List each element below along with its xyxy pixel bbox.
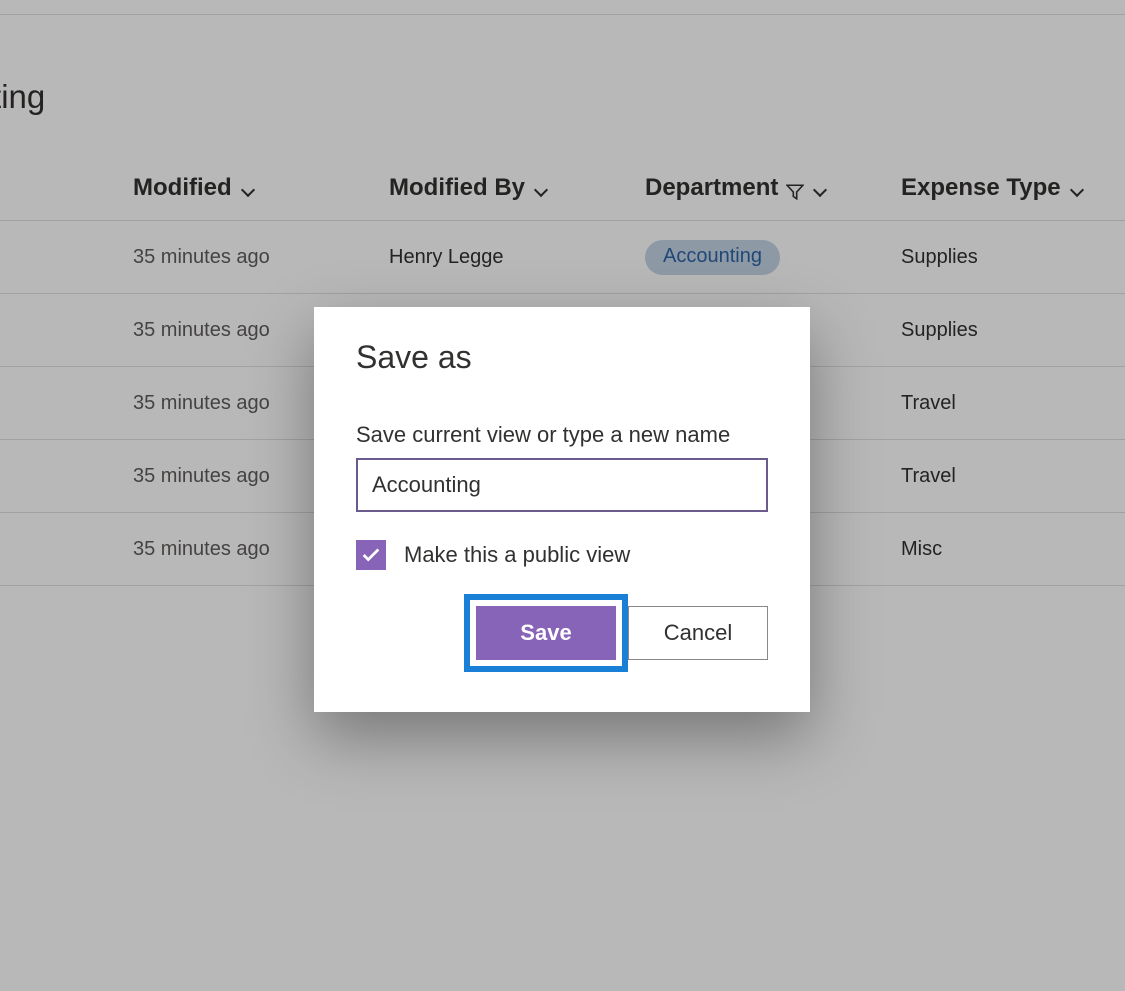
- save-button[interactable]: Save: [476, 606, 616, 660]
- public-view-checkbox-label: Make this a public view: [404, 542, 630, 568]
- view-name-label: Save current view or type a new name: [356, 422, 768, 448]
- public-view-checkbox[interactable]: [356, 540, 386, 570]
- cancel-button[interactable]: Cancel: [628, 606, 768, 660]
- check-icon: [360, 544, 382, 566]
- dialog-button-row: Save Cancel: [356, 594, 768, 672]
- view-name-input[interactable]: [356, 458, 768, 512]
- save-button-highlight: Save: [464, 594, 628, 672]
- public-view-checkbox-row[interactable]: Make this a public view: [356, 540, 768, 570]
- save-as-dialog: Save as Save current view or type a new …: [314, 307, 810, 712]
- dialog-title: Save as: [356, 339, 768, 376]
